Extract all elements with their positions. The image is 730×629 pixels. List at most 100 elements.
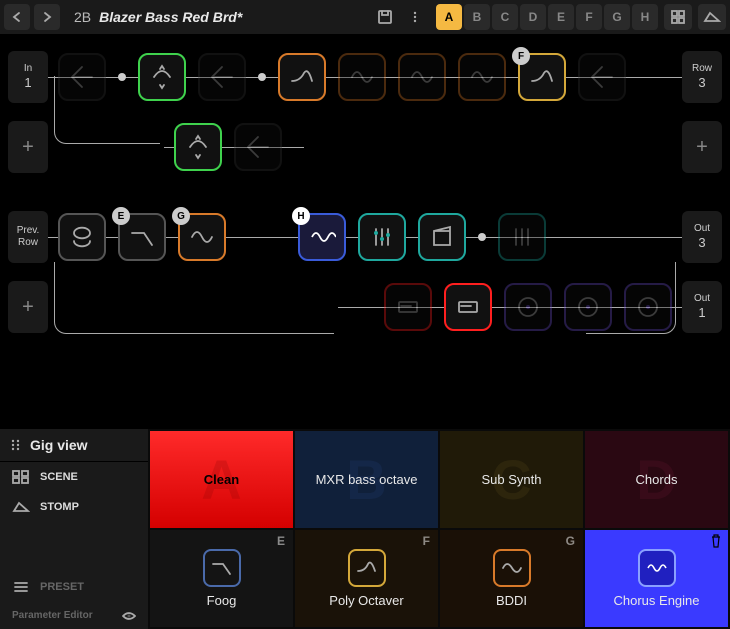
stomp-icon[interactable] <box>698 4 726 30</box>
scene-badge-h: H <box>292 207 310 225</box>
add-row-button[interactable]: + <box>682 121 722 173</box>
chain-row-4: + Out 1 <box>8 278 722 336</box>
scene-tab-c[interactable]: C <box>492 4 518 30</box>
corner-letter: E <box>277 534 285 548</box>
parameter-editor-row[interactable]: Parameter Editor <box>0 602 148 629</box>
chain-row-1: In 1 F Row 3 <box>8 48 722 106</box>
gig-cell-f[interactable]: F Poly Octaver <box>295 530 438 627</box>
preset-name[interactable]: 2B Blazer Bass Red Brd* <box>64 9 252 25</box>
scene-tabs: A B C D E F G H <box>436 4 658 30</box>
gig-cell-label: BDDI <box>496 593 527 608</box>
gig-cell-label: Poly Octaver <box>329 593 403 608</box>
block-split[interactable] <box>58 53 106 101</box>
scene-tab-e[interactable]: E <box>548 4 574 30</box>
gig-cell-label: Chords <box>636 472 678 487</box>
gig-title-label: Gig view <box>30 437 88 453</box>
filter-icon <box>348 549 386 587</box>
row-label-text: Out <box>694 293 710 305</box>
gig-cell-label: Foog <box>207 593 237 608</box>
block-amp[interactable] <box>384 283 432 331</box>
block-wave-g[interactable]: G <box>178 213 226 261</box>
signal-chain-grid: In 1 F Row 3 + <box>0 34 730 429</box>
block-loop[interactable] <box>58 213 106 261</box>
gig-grid: A Clean B MXR bass octave C Sub Synth D … <box>148 429 730 629</box>
gig-mode-scene[interactable]: SCENE <box>0 462 148 492</box>
gig-cell-c[interactable]: C Sub Synth <box>440 431 583 528</box>
scene-tab-g[interactable]: G <box>604 4 630 30</box>
preset-slot-label: 2B <box>74 9 91 25</box>
scene-tab-b[interactable]: B <box>464 4 490 30</box>
gig-view-title[interactable]: Gig view <box>0 429 148 462</box>
block-modulation-h[interactable]: H <box>298 213 346 261</box>
block-lowpass-e[interactable]: E <box>118 213 166 261</box>
prev-preset-button[interactable] <box>4 4 30 30</box>
scene-grid-icon[interactable] <box>664 4 692 30</box>
lowpass-icon <box>203 549 241 587</box>
row-label-text: Row <box>18 237 38 249</box>
gig-cell-b[interactable]: B MXR bass octave <box>295 431 438 528</box>
block-split[interactable] <box>578 53 626 101</box>
add-row-button[interactable]: + <box>8 281 48 333</box>
scene-tab-a[interactable]: A <box>436 4 462 30</box>
scene-badge-g: G <box>172 207 190 225</box>
scene-tab-f[interactable]: F <box>576 4 602 30</box>
block-eq[interactable] <box>498 213 546 261</box>
row-in-label[interactable]: In 1 <box>8 51 48 103</box>
row-dest-label[interactable]: Row 3 <box>682 51 722 103</box>
gig-mode-stomp[interactable]: STOMP <box>0 492 148 522</box>
gig-cell-d[interactable]: D Chords <box>585 431 728 528</box>
chain-row-2: + + <box>8 118 722 176</box>
row-label-text: Out <box>694 223 710 235</box>
gig-cell-label: Clean <box>204 472 239 487</box>
next-preset-button[interactable] <box>34 4 60 30</box>
gig-cell-a[interactable]: A Clean <box>150 431 293 528</box>
gig-mode-preset[interactable]: PRESET <box>0 572 148 602</box>
block-wave[interactable] <box>398 53 446 101</box>
block-pitch[interactable] <box>174 123 222 171</box>
gig-view-panel: Gig view SCENE STOMP PRESET Parameter Ed… <box>0 429 730 629</box>
trash-icon[interactable] <box>710 534 722 551</box>
block-filter[interactable] <box>278 53 326 101</box>
sidebar-item-label: PRESET <box>40 581 84 593</box>
split-node[interactable] <box>478 233 486 241</box>
gig-cell-label: Sub Synth <box>482 472 542 487</box>
row-out-label[interactable]: Out 1 <box>682 281 722 333</box>
eye-icon <box>122 611 136 621</box>
block-split[interactable] <box>234 123 282 171</box>
row-label-num: 3 <box>698 75 705 91</box>
block-reverb[interactable] <box>504 283 552 331</box>
gig-cell-e[interactable]: E Foog <box>150 530 293 627</box>
row-label-num: 1 <box>24 75 31 91</box>
block-wave[interactable] <box>458 53 506 101</box>
block-amp[interactable] <box>444 283 492 331</box>
block-reverb[interactable] <box>564 283 612 331</box>
block-reverb[interactable] <box>624 283 672 331</box>
modulation-icon <box>638 549 676 587</box>
corner-letter: F <box>423 534 430 548</box>
stomp-icon <box>12 500 30 514</box>
sidebar-item-label: Parameter Editor <box>12 610 93 621</box>
gig-cell-g[interactable]: G BDDI <box>440 530 583 627</box>
scene-grid-icon <box>12 470 30 484</box>
block-eq[interactable] <box>358 213 406 261</box>
header: 2B Blazer Bass Red Brd* A B C D E F G H <box>0 0 730 34</box>
split-node[interactable] <box>258 73 266 81</box>
scene-tab-h[interactable]: H <box>632 4 658 30</box>
block-pitch[interactable] <box>138 53 186 101</box>
row-label-num: 3 <box>698 235 705 251</box>
scene-tab-d[interactable]: D <box>520 4 546 30</box>
save-icon[interactable] <box>372 4 398 30</box>
preset-title: Blazer Bass Red Brd* <box>99 9 242 25</box>
block-cab[interactable] <box>418 213 466 261</box>
split-node[interactable] <box>118 73 126 81</box>
block-filter-f[interactable]: F <box>518 53 566 101</box>
wave-icon <box>493 549 531 587</box>
gig-cell-h[interactable]: Chorus Engine <box>585 530 728 627</box>
row-prev-label[interactable]: Prev. Row <box>8 211 48 263</box>
row-out-label[interactable]: Out 3 <box>682 211 722 263</box>
more-icon[interactable] <box>402 4 428 30</box>
add-row-button[interactable]: + <box>8 121 48 173</box>
block-split[interactable] <box>198 53 246 101</box>
block-wave[interactable] <box>338 53 386 101</box>
row-label-num: 1 <box>698 305 705 321</box>
